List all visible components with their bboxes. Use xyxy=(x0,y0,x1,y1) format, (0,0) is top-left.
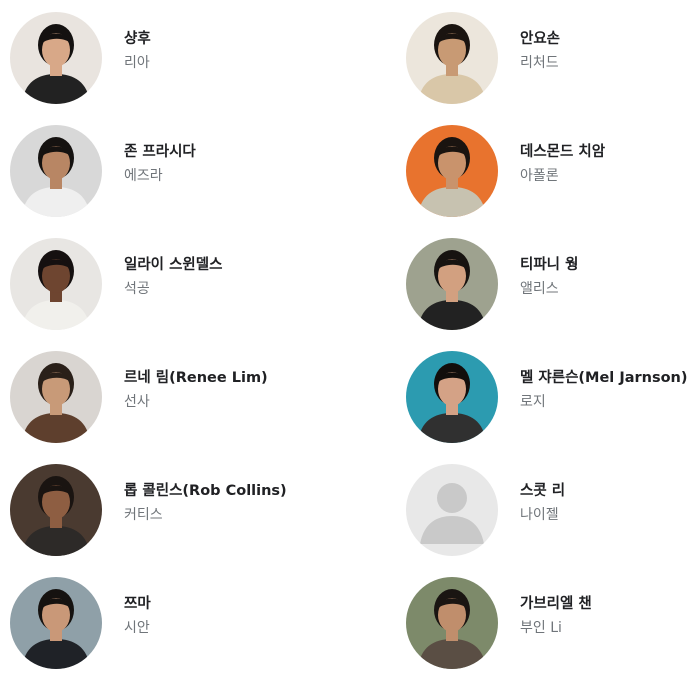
cast-item[interactable]: 티파니 웡 앨리스 xyxy=(406,236,700,332)
cast-text: 가브리엘 챈 부인 Li xyxy=(520,595,592,637)
portrait-photo xyxy=(10,12,102,104)
cast-text: 존 프라시다 에즈라 xyxy=(124,143,196,185)
portrait-photo xyxy=(406,351,498,443)
cast-text: 샹후 리아 xyxy=(124,30,151,72)
portrait-photo xyxy=(406,125,498,217)
avatar[interactable] xyxy=(10,238,102,330)
actor-name[interactable]: 스콧 리 xyxy=(520,482,565,500)
cast-item[interactable]: 데스몬드 치암 아폴론 xyxy=(406,123,700,219)
portrait-photo xyxy=(10,238,102,330)
actor-name[interactable]: 데스몬드 치암 xyxy=(520,143,605,161)
portrait-photo xyxy=(10,464,102,556)
cast-item[interactable]: 존 프라시다 에즈라 xyxy=(10,123,340,219)
avatar[interactable] xyxy=(10,577,102,669)
character-name: 선사 xyxy=(124,394,150,410)
portrait-photo xyxy=(10,351,102,443)
portrait-photo xyxy=(10,125,102,217)
cast-text: 안요손 리처드 xyxy=(520,30,560,72)
portrait-photo xyxy=(406,238,498,330)
avatar[interactable] xyxy=(10,125,102,217)
cast-item[interactable]: 안요손 리처드 xyxy=(406,10,700,106)
actor-name[interactable]: 일라이 스윈델스 xyxy=(124,256,222,274)
character-name: 앨리스 xyxy=(520,281,559,297)
cast-text: 멜 쟈른슨(Mel Jarnson) 로지 xyxy=(520,369,688,411)
actor-name[interactable]: 티파니 웡 xyxy=(520,256,578,274)
avatar[interactable] xyxy=(406,238,498,330)
cast-text: 일라이 스윈델스 석공 xyxy=(124,256,222,298)
character-name: 시안 xyxy=(124,620,150,636)
avatar[interactable] xyxy=(406,464,498,556)
cast-item[interactable]: 가브리엘 챈 부인 Li xyxy=(406,575,700,671)
cast-item[interactable]: 쯔마 시안 xyxy=(10,575,340,671)
actor-name[interactable]: 존 프라시다 xyxy=(124,143,196,161)
placeholder-head xyxy=(437,483,467,513)
cast-item[interactable]: 일라이 스윈델스 석공 xyxy=(10,236,340,332)
actor-name[interactable]: 안요손 xyxy=(520,30,560,48)
avatar[interactable] xyxy=(406,12,498,104)
character-name: 석공 xyxy=(124,281,150,297)
cast-item[interactable]: 르네 림(Renee Lim) 선사 xyxy=(10,349,340,445)
avatar[interactable] xyxy=(10,351,102,443)
portrait-photo xyxy=(406,12,498,104)
cast-text: 롭 콜린스(Rob Collins) 커티스 xyxy=(124,482,287,524)
cast-text: 쯔마 시안 xyxy=(124,595,151,637)
character-name: 커티스 xyxy=(124,507,163,523)
avatar[interactable] xyxy=(10,464,102,556)
character-name: 아폴론 xyxy=(520,168,559,184)
cast-text: 데스몬드 치암 아폴론 xyxy=(520,143,605,185)
portrait-photo xyxy=(10,577,102,669)
actor-name[interactable]: 멜 쟈른슨(Mel Jarnson) xyxy=(520,369,688,387)
cast-item[interactable]: 멜 쟈른슨(Mel Jarnson) 로지 xyxy=(406,349,700,445)
cast-item[interactable]: 롭 콜린스(Rob Collins) 커티스 xyxy=(10,462,340,558)
character-name: 부인 Li xyxy=(520,620,562,636)
character-name: 로지 xyxy=(520,394,546,410)
character-name: 나이젤 xyxy=(520,507,559,523)
person-placeholder-icon xyxy=(406,464,498,556)
cast-item[interactable]: 샹후 리아 xyxy=(10,10,340,106)
avatar[interactable] xyxy=(406,577,498,669)
cast-text: 티파니 웡 앨리스 xyxy=(520,256,578,298)
portrait-photo xyxy=(406,577,498,669)
cast-text: 르네 림(Renee Lim) 선사 xyxy=(124,369,268,411)
character-name: 리처드 xyxy=(520,55,559,71)
avatar[interactable] xyxy=(406,125,498,217)
actor-name[interactable]: 르네 림(Renee Lim) xyxy=(124,369,268,387)
character-name: 에즈라 xyxy=(124,168,163,184)
cast-item[interactable]: 스콧 리 나이젤 xyxy=(406,462,700,558)
actor-name[interactable]: 가브리엘 챈 xyxy=(520,595,592,613)
character-name: 리아 xyxy=(124,55,150,71)
actor-name[interactable]: 샹후 xyxy=(124,30,151,48)
actor-name[interactable]: 롭 콜린스(Rob Collins) xyxy=(124,482,287,500)
avatar[interactable] xyxy=(406,351,498,443)
cast-grid: 샹후 리아 안요손 리처드 존 프라시다 에즈라 데스몬드 치암 아폴론 일라이… xyxy=(0,0,700,688)
cast-text: 스콧 리 나이젤 xyxy=(520,482,565,524)
avatar[interactable] xyxy=(10,12,102,104)
actor-name[interactable]: 쯔마 xyxy=(124,595,151,613)
